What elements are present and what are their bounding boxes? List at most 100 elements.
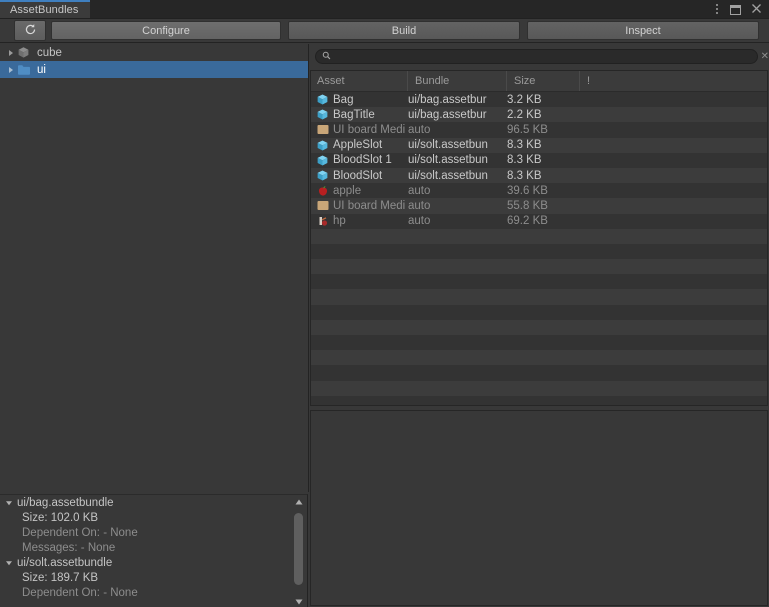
cell-bundle: ui/bag.assetbur (408, 93, 487, 106)
asset-rows-container: Bag ui/bag.assetbur 3.2 KB BagTitle ui/bag.a… (311, 92, 767, 405)
table-row[interactable]: BloodSlot ui/solt.assetbun 8.3 KB (311, 167, 767, 184)
tab-label: AssetBundles (10, 4, 79, 16)
asset-name: BloodSlot (333, 169, 383, 182)
inspect-label: Inspect (625, 24, 661, 37)
chevron-right-icon[interactable] (4, 66, 17, 74)
table-row-empty (311, 289, 767, 305)
table-row[interactable]: Bag ui/bag.assetbur 3.2 KB (311, 92, 767, 108)
table-row-empty (311, 380, 767, 396)
hp-texture-icon (316, 215, 329, 228)
tree-item-cube[interactable]: cube (0, 44, 308, 61)
scroll-down-arrow-icon[interactable] (292, 595, 305, 607)
table-row[interactable]: BagTitle ui/bag.assetbur 2.2 KB (311, 107, 767, 123)
prefab-icon (316, 169, 329, 182)
cell-bundle: auto (408, 215, 431, 228)
cell-asset: Bag (311, 92, 407, 107)
foldout-arrow-icon[interactable] (5, 499, 13, 507)
bundle-foldout-1[interactable]: ui/solt.assetbundle (0, 555, 307, 570)
bundle-detail-panel: ui/bag.assetbundle Size: 102.0 KB Dependen… (0, 494, 308, 607)
bundle-size-1-text: Size: 189.7 KB (22, 571, 99, 584)
asset-name: AppleSlot (333, 139, 383, 152)
asset-list-panel: Asset Bundle Size ! Bag ui/bag.assetbur 3.… (310, 70, 768, 406)
bundle-messages-0-text: Messages: - None (22, 541, 116, 554)
cell-size: 8.3 KB (507, 169, 542, 182)
asset-name: UI board Medi (333, 123, 406, 136)
tab-assetbundles[interactable]: AssetBundles (0, 0, 91, 18)
table-row-empty (311, 304, 767, 320)
cell-bundle: auto (408, 184, 431, 197)
apple-texture-icon (316, 184, 329, 197)
scrollbar-thumb[interactable] (294, 513, 303, 585)
search-clear-icon[interactable]: ✕ (761, 51, 769, 62)
table-row[interactable]: apple auto 39.6 KB (311, 183, 767, 199)
cell-asset: UI board Medi (311, 122, 407, 137)
cell-asset: apple (311, 183, 407, 198)
cell-message (579, 107, 619, 122)
foldout-arrow-icon[interactable] (5, 559, 13, 567)
bundle-foldout-0[interactable]: ui/bag.assetbundle (0, 495, 307, 510)
prefab-box-icon (17, 46, 32, 59)
bundle-dependent-1-text: Dependent On: - None (22, 586, 138, 599)
build-button[interactable]: Build (288, 21, 520, 40)
cell-bundle: auto (408, 123, 431, 136)
table-row-empty (311, 274, 767, 290)
cell-size: 8.3 KB (507, 154, 542, 167)
cell-message (579, 183, 619, 198)
column-header-size[interactable]: Size (506, 71, 579, 91)
prefab-icon (316, 154, 329, 167)
column-label: Asset (317, 75, 345, 87)
bundle-dependent-0: Dependent On: - None (0, 525, 307, 540)
search-input[interactable] (331, 50, 751, 63)
column-header-asset[interactable]: Asset (311, 71, 407, 91)
bundle-tree-panel: cube ui (0, 44, 309, 492)
table-row[interactable]: hp auto 69.2 KB (311, 213, 767, 229)
window-tab-bar: AssetBundles (0, 0, 769, 19)
cell-bundle: ui/solt.assetbun (408, 169, 488, 182)
table-row-empty (311, 350, 767, 366)
kebab-menu-icon[interactable] (710, 3, 723, 16)
table-row-empty (311, 259, 767, 275)
close-icon[interactable] (750, 3, 763, 16)
table-row[interactable]: AppleSlot ui/solt.assetbun 8.3 KB (311, 137, 767, 153)
refresh-button[interactable] (14, 20, 46, 41)
cell-size: 69.2 KB (507, 215, 548, 228)
table-row-empty (311, 395, 767, 405)
configure-label: Configure (142, 24, 190, 37)
column-label: ! (587, 75, 591, 87)
table-row[interactable]: UI board Medi auto 96.5 KB (311, 122, 767, 138)
table-row[interactable]: BloodSlot 1 ui/solt.assetbun 8.3 KB (311, 152, 767, 168)
prefab-icon (316, 139, 329, 152)
bundle-size-0: Size: 102.0 KB (0, 510, 307, 525)
cell-asset: BloodSlot 1 (311, 153, 407, 168)
cell-message (579, 168, 619, 183)
maximize-icon[interactable] (730, 3, 743, 16)
inspect-button[interactable]: Inspect (527, 21, 759, 40)
bundle-detail-rows: ui/bag.assetbundle Size: 102.0 KB Dependen… (0, 495, 307, 600)
configure-button[interactable]: Configure (51, 21, 281, 40)
cell-bundle: ui/bag.assetbur (408, 108, 487, 121)
bundle-messages-0: Messages: - None (0, 540, 307, 555)
asset-search-bar: ✕ (310, 45, 769, 68)
chevron-right-icon[interactable] (4, 49, 17, 57)
tree-item-ui[interactable]: ui (0, 61, 308, 78)
asset-name: BagTitle (333, 108, 375, 121)
scroll-up-arrow-icon[interactable] (292, 495, 305, 508)
search-field[interactable] (315, 49, 758, 64)
bundle-size-1: Size: 189.7 KB (0, 570, 307, 585)
bundle-size-0-text: Size: 102.0 KB (22, 511, 99, 524)
detail-scrollbar[interactable] (292, 495, 305, 607)
cell-asset: AppleSlot (311, 138, 407, 153)
cell-message (579, 92, 619, 107)
window-controls (710, 0, 767, 18)
cell-size: 96.5 KB (507, 123, 548, 136)
prefab-icon (316, 93, 329, 106)
table-row[interactable]: UI board Medi auto 55.8 KB (311, 198, 767, 214)
table-row-empty (311, 365, 767, 381)
column-header-bundle[interactable]: Bundle (407, 71, 506, 91)
refresh-icon (24, 23, 37, 39)
prefab-icon (316, 108, 329, 121)
column-label: Bundle (415, 75, 450, 87)
cell-bundle: ui/solt.assetbun (408, 139, 488, 152)
cell-message (579, 138, 619, 153)
column-header-message[interactable]: ! (579, 71, 619, 91)
